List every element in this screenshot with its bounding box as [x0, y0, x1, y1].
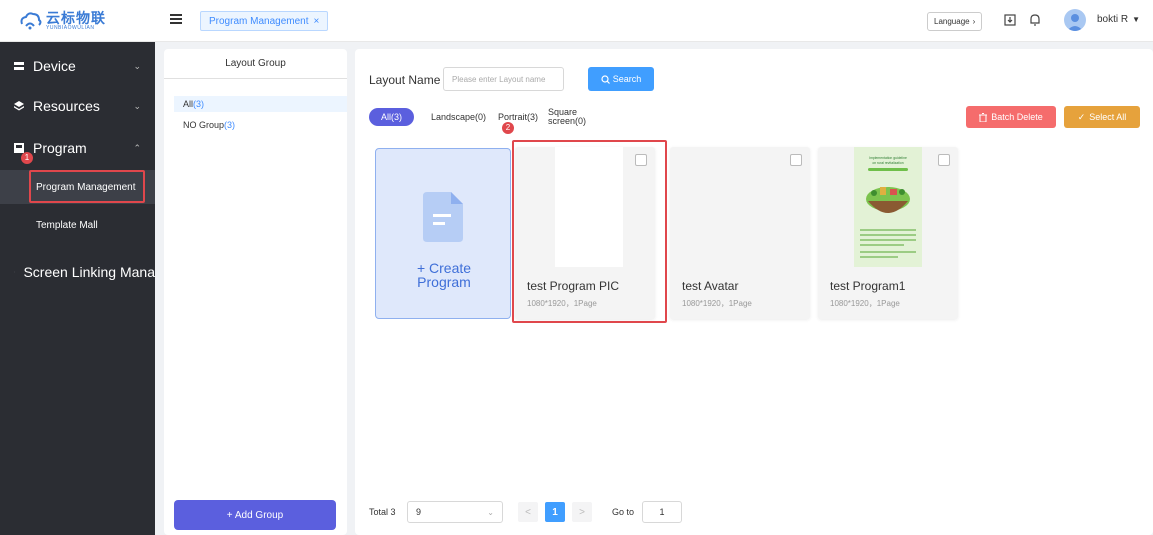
program-name: test Avatar: [682, 279, 739, 293]
step-badge-1: 1: [21, 152, 33, 164]
tab-program-management[interactable]: Program Management ×: [200, 11, 329, 31]
group-label: All: [183, 99, 194, 109]
filter-square-label-2: screen(0): [548, 116, 587, 126]
page-size-value: 9: [416, 507, 422, 517]
prev-page-button[interactable]: <: [518, 502, 538, 522]
logo: 云标物联 YUNBIAOWULIAN: [0, 0, 155, 42]
sidebar: 云标物联 YUNBIAOWULIAN Device ⌄ Resources ⌄ …: [0, 0, 155, 535]
goto-label: Go to: [612, 507, 635, 517]
program-checkbox[interactable]: [790, 154, 802, 166]
highlight-box-2: [512, 140, 667, 323]
user-avatar-icon: [1067, 14, 1083, 31]
pagination-total: Total 3: [369, 507, 396, 517]
user-menu[interactable]: bokti R ▼: [1097, 14, 1140, 25]
download-icon[interactable]: [1003, 13, 1017, 27]
sidebar-item-label: Resources: [33, 98, 100, 114]
language-button[interactable]: Language ›: [927, 12, 983, 31]
group-item-all[interactable]: All (3): [174, 96, 347, 112]
group-item-no-group[interactable]: NO Group (3): [174, 117, 347, 133]
group-count: (3): [193, 99, 205, 109]
layout-name-label: Layout Name: [369, 73, 441, 87]
create-program-card[interactable]: + Create Program: [375, 148, 511, 319]
page-number-button[interactable]: 1: [545, 502, 565, 522]
sidebar-item-template-mall[interactable]: Template Mall: [0, 208, 155, 242]
caret-down-icon: ▼: [1132, 15, 1141, 24]
document-icon: [423, 192, 463, 242]
step-badge-2: 2: [502, 122, 514, 134]
create-line1: + Create: [416, 260, 472, 276]
tab-label: Program Management: [209, 15, 309, 27]
program-card[interactable]: test Avatar 1080*1920，1Page: [670, 147, 810, 319]
sidebar-item-label: Screen Linking Mana: [23, 264, 155, 280]
select-all-label: Select All: [1089, 112, 1127, 122]
sidebar-item-device[interactable]: Device ⌄: [0, 46, 155, 86]
language-label: Language: [934, 17, 970, 26]
sidebar-item-resources[interactable]: Resources ⌄: [0, 86, 155, 126]
filter-all[interactable]: All(3): [369, 108, 415, 126]
sidebar-item-screen-linking[interactable]: Screen Linking Mana: [0, 252, 155, 292]
layout-group-panel: Layout Group All (3) NO Group (3) + Add Gr…: [164, 49, 347, 535]
filter-square[interactable]: Square screen(0): [548, 108, 586, 126]
program-main-panel: Layout Name Please enter Layout name Sea…: [355, 49, 1153, 535]
program-icon: [14, 143, 24, 153]
trash-icon: [979, 112, 988, 122]
device-icon: [14, 62, 24, 70]
chevron-down-icon: ⌄: [133, 100, 141, 111]
create-program-label: + Create Program: [376, 261, 512, 289]
layout-group-title: Layout Group: [164, 49, 347, 79]
layout-name-input[interactable]: Please enter Layout name: [443, 67, 564, 91]
chevron-down-icon: ⌄: [487, 507, 494, 517]
rural-poster-image: Implementation guideline on rural revita…: [854, 147, 922, 267]
filter-portrait[interactable]: Portrait(3): [498, 112, 538, 122]
goto-page-input[interactable]: 1: [642, 501, 682, 523]
brand-name: 云标物联: [46, 9, 106, 26]
create-line2: Program: [417, 274, 471, 290]
sidebar-item-label: Device: [33, 58, 76, 74]
brand-name-en: YUNBIAOWULIAN: [46, 24, 95, 31]
program-thumbnail: Implementation guideline on rural revita…: [854, 147, 922, 267]
group-count: (3): [224, 120, 236, 130]
check-icon: ✓: [1077, 111, 1086, 122]
program-card[interactable]: Implementation guideline on rural revita…: [818, 147, 958, 319]
next-page-button[interactable]: >: [572, 502, 592, 522]
cloud-logo-icon: [20, 11, 42, 29]
program-meta: 1080*1920，1Page: [830, 299, 900, 308]
batch-delete-label: Batch Delete: [991, 112, 1043, 122]
add-group-button[interactable]: + Add Group: [174, 500, 336, 530]
search-icon: [601, 74, 610, 84]
avatar[interactable]: [1064, 9, 1086, 31]
poster-title-1: Implementation guideline: [869, 156, 907, 160]
user-name: bokti R: [1097, 14, 1129, 25]
chevron-down-icon: ⌄: [133, 60, 141, 71]
menu-toggle-icon[interactable]: [170, 14, 182, 24]
program-name: test Program1: [830, 279, 906, 293]
filter-landscape[interactable]: Landscape(0): [431, 112, 486, 122]
top-bar: Program Management × Language › bokti R …: [155, 0, 1153, 42]
chevron-right-icon: ›: [972, 17, 976, 26]
sidebar-subitem-label: Template Mall: [36, 219, 98, 231]
close-icon[interactable]: ×: [314, 16, 320, 27]
search-button-label: Search: [612, 74, 642, 84]
chevron-up-icon: ⌃: [133, 142, 141, 153]
page-size-select[interactable]: 9 ⌄: [407, 501, 503, 523]
poster-title-2: on rural revitalization: [872, 161, 903, 165]
program-meta: 1080*1920，1Page: [682, 299, 752, 308]
program-checkbox[interactable]: [938, 154, 950, 166]
select-all-button[interactable]: ✓ Select All: [1064, 106, 1140, 128]
batch-delete-button[interactable]: Batch Delete: [966, 106, 1056, 128]
bell-icon[interactable]: [1028, 13, 1042, 27]
group-label: NO Group: [183, 120, 225, 130]
highlight-box-1: [29, 170, 145, 203]
sidebar-item-label: Program: [33, 140, 87, 156]
layers-icon: [14, 101, 24, 111]
search-button[interactable]: Search: [588, 67, 654, 91]
